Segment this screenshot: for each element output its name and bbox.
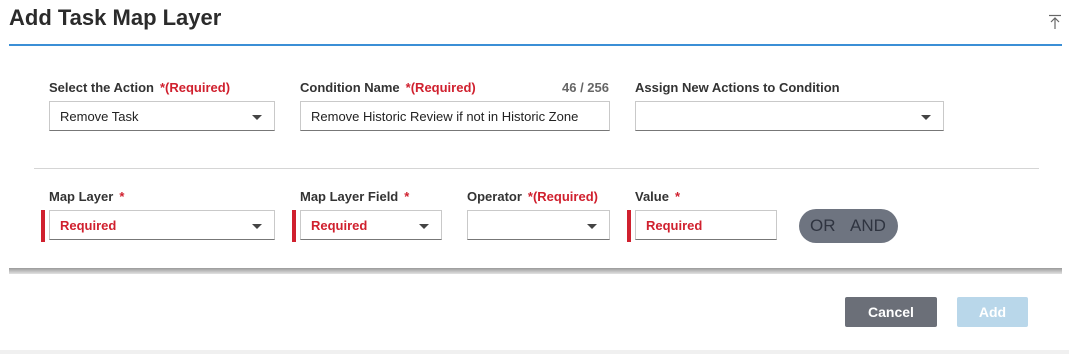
map-layer-field-value: Required bbox=[311, 218, 368, 233]
dialog-header: Add Task Map Layer bbox=[9, 0, 1062, 46]
map-layer-label: Map Layer * bbox=[49, 189, 125, 204]
or-option[interactable]: OR bbox=[810, 216, 836, 236]
collapse-to-top-icon[interactable] bbox=[1048, 14, 1062, 30]
map-layer-field-dropdown[interactable]: Required bbox=[300, 210, 442, 240]
assign-actions-label: Assign New Actions to Condition bbox=[635, 80, 840, 95]
map-layer-value: Required bbox=[60, 218, 117, 233]
condition-name-value: Remove Historic Review if not in Histori… bbox=[311, 109, 579, 124]
select-action-value: Remove Task bbox=[60, 109, 139, 124]
section-divider bbox=[34, 168, 1039, 169]
chevron-down-icon bbox=[419, 224, 429, 229]
assign-actions-dropdown[interactable] bbox=[635, 101, 944, 131]
value-input[interactable]: Required bbox=[635, 210, 777, 240]
chevron-down-icon bbox=[252, 224, 262, 229]
select-action-dropdown[interactable]: Remove Task bbox=[49, 101, 275, 131]
chevron-down-icon bbox=[252, 115, 262, 120]
dialog-footer: Cancel Add bbox=[9, 274, 1062, 350]
operator-label: Operator *(Required) bbox=[467, 189, 598, 204]
form-body: Select the Action *(Required) Remove Task… bbox=[9, 46, 1062, 268]
condition-name-input[interactable]: Remove Historic Review if not in Histori… bbox=[300, 101, 610, 131]
condition-name-counter: 46 / 256 bbox=[562, 80, 609, 95]
map-layer-field-error-indicator bbox=[292, 210, 296, 242]
and-option[interactable]: AND bbox=[850, 216, 886, 236]
dialog-title: Add Task Map Layer bbox=[9, 5, 222, 30]
bottom-edge bbox=[0, 350, 1069, 354]
value-error-indicator bbox=[627, 210, 631, 242]
map-layer-field-label: Map Layer Field * bbox=[300, 189, 410, 204]
chevron-down-icon bbox=[587, 224, 597, 229]
operator-dropdown[interactable] bbox=[467, 210, 610, 240]
value-input-text: Required bbox=[646, 218, 703, 233]
cancel-button[interactable]: Cancel bbox=[845, 297, 937, 327]
chevron-down-icon bbox=[921, 115, 931, 120]
map-layer-dropdown[interactable]: Required bbox=[49, 210, 275, 240]
value-label: Value * bbox=[635, 189, 681, 204]
or-and-toggle[interactable]: OR AND bbox=[799, 209, 898, 243]
map-layer-error-indicator bbox=[41, 210, 45, 242]
condition-name-label: Condition Name *(Required) bbox=[300, 80, 476, 95]
select-action-label: Select the Action *(Required) bbox=[49, 80, 231, 95]
add-button[interactable]: Add bbox=[957, 297, 1028, 327]
